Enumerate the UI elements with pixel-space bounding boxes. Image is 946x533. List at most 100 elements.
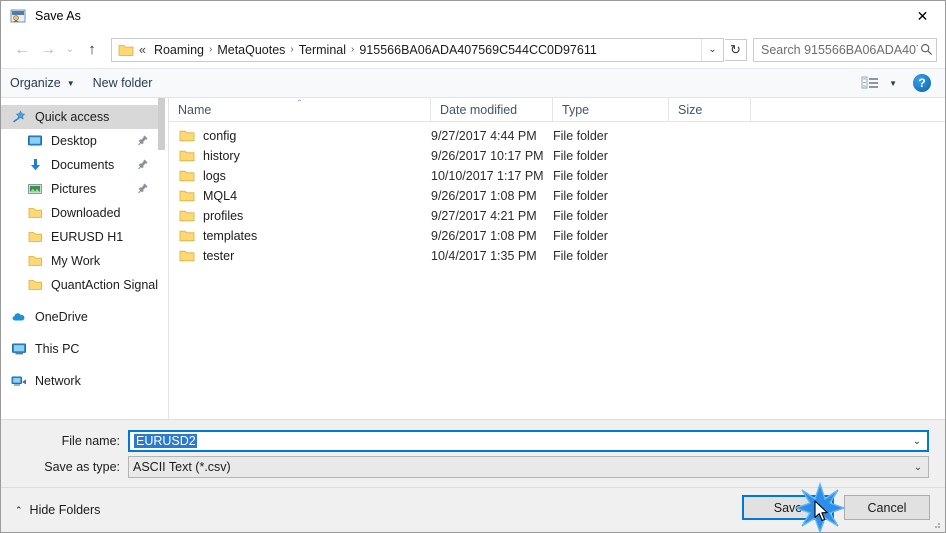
- file-name-cell: logs: [169, 169, 431, 183]
- breadcrumb-item-3[interactable]: 915566BA06ADA407569C544CC0D97611: [355, 43, 600, 57]
- sidebar-item-label: My Work: [51, 254, 101, 268]
- chevron-up-icon: ⌃: [15, 504, 23, 515]
- chevron-down-icon[interactable]: ⌄: [701, 38, 723, 61]
- column-header-date-modified[interactable]: Date modified: [431, 98, 553, 121]
- type-cell: File folder: [553, 249, 608, 263]
- sidebar-item-downloaded[interactable]: Downloaded: [1, 201, 158, 225]
- table-row[interactable]: MQL4 9/26/2017 1:08 PM File folder: [169, 186, 945, 206]
- refresh-icon[interactable]: ↻: [725, 38, 747, 61]
- sidebar-item-onedrive[interactable]: OneDrive: [1, 305, 158, 329]
- navigation-bar: ← → ⌄ ↑ « Roaming › MetaQuotes › Termina…: [1, 31, 945, 68]
- sidebar-item-quick-access[interactable]: Quick access: [1, 105, 158, 129]
- sidebar-item-this-pc[interactable]: This PC: [1, 337, 158, 361]
- folder-icon: [179, 149, 195, 163]
- address-bar[interactable]: « Roaming › MetaQuotes › Terminal › 9155…: [111, 37, 724, 62]
- breadcrumb-item-1[interactable]: MetaQuotes: [213, 43, 289, 57]
- navigation-pane: Quick access Desktop Documents Pictures …: [1, 98, 158, 419]
- table-row[interactable]: tester 10/4/2017 1:35 PM File folder: [169, 246, 945, 266]
- table-row[interactable]: profiles 9/27/2017 4:21 PM File folder: [169, 206, 945, 226]
- date-modified-cell: 9/27/2017 4:44 PM: [431, 129, 537, 143]
- sidebar-item-eurusd-h1[interactable]: EURUSD H1: [1, 225, 158, 249]
- table-row[interactable]: templates 9/26/2017 1:08 PM File folder: [169, 226, 945, 246]
- folder-icon: [27, 253, 44, 269]
- date-modified-cell: 9/27/2017 4:21 PM: [431, 209, 537, 223]
- date-modified-cell: 9/26/2017 1:08 PM: [431, 189, 537, 203]
- pane-splitter[interactable]: [158, 98, 169, 419]
- close-icon[interactable]: ✕: [900, 1, 945, 31]
- star-icon: [11, 109, 28, 125]
- table-row[interactable]: logs 10/10/2017 1:17 PM File folder: [169, 166, 945, 186]
- file-name-value[interactable]: EURUSD2: [130, 434, 907, 448]
- type-cell: File folder: [553, 229, 608, 243]
- file-name-selected-text: EURUSD2: [134, 434, 197, 448]
- view-options-icon[interactable]: [861, 75, 881, 91]
- pin-icon[interactable]: [137, 182, 149, 195]
- save-form: File name: EURUSD2 ⌄ Save as type: ASCII…: [1, 419, 945, 487]
- forward-button[interactable]: →: [35, 37, 61, 63]
- sidebar-item-pictures[interactable]: Pictures: [1, 177, 158, 201]
- sidebar-item-label: Documents: [51, 158, 115, 172]
- breadcrumb: « Roaming › MetaQuotes › Terminal › 9155…: [138, 43, 701, 57]
- breadcrumb-overflow[interactable]: «: [138, 43, 150, 57]
- back-button[interactable]: ←: [9, 37, 35, 63]
- file-name-cell: MQL4: [169, 189, 431, 203]
- up-button[interactable]: ↑: [79, 37, 105, 63]
- save-as-type-select[interactable]: ASCII Text (*.csv) ⌄: [128, 456, 929, 478]
- column-header-name[interactable]: ⌃ Name: [169, 98, 431, 121]
- breadcrumb-item-0[interactable]: Roaming: [150, 43, 208, 57]
- chevron-down-icon[interactable]: ⌄: [908, 462, 928, 473]
- file-name-input[interactable]: EURUSD2 ⌄: [128, 430, 929, 452]
- sidebar-item-label: Network: [35, 374, 81, 388]
- file-name-cell: config: [169, 129, 431, 143]
- date-modified-cell: 10/10/2017 1:17 PM: [431, 169, 544, 183]
- sidebar-item-my-work[interactable]: My Work: [1, 249, 158, 273]
- folder-icon: [118, 43, 134, 57]
- title-bar: Save As ✕: [1, 1, 945, 31]
- chevron-down-icon: ▼: [66, 78, 75, 88]
- organize-button[interactable]: Organize ▼: [1, 69, 84, 97]
- date-modified-cell: 9/26/2017 1:08 PM: [431, 229, 537, 243]
- save-as-type-value: ASCII Text (*.csv): [133, 460, 231, 474]
- column-header-row: ⌃ Name Date modified Type Size: [169, 98, 945, 122]
- sort-ascending-icon: ⌃: [295, 98, 304, 108]
- window-title: Save As: [35, 9, 81, 23]
- file-name-cell: history: [169, 149, 431, 163]
- folder-icon: [27, 229, 44, 245]
- resize-grip[interactable]: [930, 518, 942, 530]
- table-row[interactable]: config 9/27/2017 4:44 PM File folder: [169, 126, 945, 146]
- sidebar-item-documents[interactable]: Documents: [1, 153, 158, 177]
- sidebar-item-label: Downloaded: [51, 206, 121, 220]
- folder-icon: [179, 209, 195, 223]
- file-name-label: MQL4: [203, 189, 238, 203]
- folder-icon: [27, 205, 44, 221]
- folder-icon: [27, 277, 44, 293]
- save-button[interactable]: Save: [742, 495, 834, 520]
- search-box[interactable]: Search 915566BA06ADA40756...: [753, 37, 937, 62]
- chevron-down-icon[interactable]: ⌄: [907, 436, 927, 447]
- cancel-button[interactable]: Cancel: [844, 495, 930, 520]
- save-as-type-label: Save as type:: [44, 460, 120, 474]
- pin-icon[interactable]: [137, 134, 149, 147]
- search-input[interactable]: Search 915566BA06ADA40756...: [754, 43, 918, 57]
- help-icon[interactable]: ?: [913, 74, 931, 92]
- sidebar-item-desktop[interactable]: Desktop: [1, 129, 158, 153]
- organize-label: Organize: [10, 76, 61, 90]
- network-icon: [11, 373, 28, 389]
- column-header-type[interactable]: Type: [553, 98, 669, 121]
- chevron-down-icon[interactable]: ▼: [889, 79, 897, 88]
- sidebar-item-quantaction-signal[interactable]: QuantAction Signal: [1, 273, 158, 297]
- pc-icon: [11, 341, 28, 357]
- file-rows: config 9/27/2017 4:44 PM File folder his…: [169, 122, 945, 419]
- type-cell: File folder: [553, 209, 608, 223]
- new-folder-button[interactable]: New folder: [84, 69, 162, 97]
- recent-locations-button[interactable]: ⌄: [61, 37, 79, 63]
- file-name-label: templates: [203, 229, 258, 243]
- pin-icon[interactable]: [137, 158, 149, 171]
- column-header-size[interactable]: Size: [669, 98, 751, 121]
- table-row[interactable]: history 9/26/2017 10:17 PM File folder: [169, 146, 945, 166]
- breadcrumb-item-2[interactable]: Terminal: [295, 43, 350, 57]
- file-list: ⌃ Name Date modified Type Size config 9/…: [169, 98, 945, 419]
- sidebar-item-network[interactable]: Network: [1, 369, 158, 393]
- folder-icon: [179, 189, 195, 203]
- hide-folders-button[interactable]: ⌃ Hide Folders: [15, 503, 100, 517]
